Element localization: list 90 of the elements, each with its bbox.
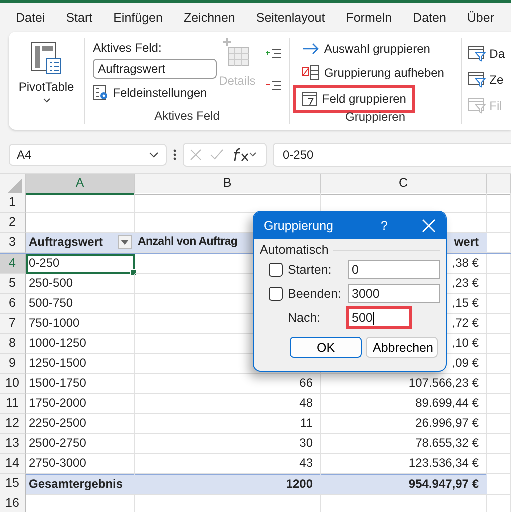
ribbon-button[interactable]: Gruppierung aufheben xyxy=(296,62,450,84)
row-header[interactable]: 8 xyxy=(0,334,26,354)
table-cell: 89.699,44 € xyxy=(321,394,487,414)
table-cell: Auftragswert xyxy=(26,233,135,253)
check-icon xyxy=(210,148,224,160)
table-cell: 2250-2500 xyxy=(26,414,135,434)
row-header[interactable]: 16 xyxy=(0,494,26,512)
input-field[interactable]: 0 xyxy=(348,260,440,279)
ungroup-icon xyxy=(302,65,320,81)
menu-tab[interactable]: Datei xyxy=(16,10,46,24)
filter-table-icon xyxy=(468,46,486,62)
table-cell: 11 xyxy=(135,414,321,434)
active-field-input[interactable]: Auftragswert xyxy=(93,59,218,79)
menu-tab[interactable]: Einfügen xyxy=(114,10,163,24)
filter-table-icon xyxy=(468,98,486,114)
ribbon-button[interactable]: Da xyxy=(468,44,505,64)
table-cell: 954.947,97 € xyxy=(321,474,487,495)
table-cell: 2500-2750 xyxy=(26,434,135,454)
caret-icon xyxy=(121,240,129,244)
table-cell: 1500-1750 xyxy=(26,374,135,394)
row-header[interactable]: 6 xyxy=(0,294,26,314)
active-field-label: Aktives Feld: xyxy=(93,41,163,55)
row-header[interactable]: 11 xyxy=(0,394,26,414)
menu-tab[interactable]: Start xyxy=(66,10,93,24)
menu-tab[interactable]: Zeichnen xyxy=(184,10,236,24)
ribbon-button[interactable]: Auswahl gruppieren xyxy=(296,38,436,60)
dialog-button[interactable]: OK xyxy=(290,337,362,358)
field-label: Nach: xyxy=(288,310,322,324)
table-cell: 107.566,23 € xyxy=(321,374,487,394)
row-header[interactable]: 7 xyxy=(0,314,26,334)
table-cell: 250-500 xyxy=(26,274,135,294)
table-cell: 1000-1250 xyxy=(26,334,135,354)
pivottable-button[interactable]: PivotTable xyxy=(18,38,74,107)
filter-dropdown-button[interactable] xyxy=(118,235,132,249)
row-header[interactable]: 1 xyxy=(0,193,26,213)
chevron-down-icon xyxy=(42,98,51,103)
ribbon-button[interactable]: Ze xyxy=(468,70,505,90)
row-header[interactable]: 5 xyxy=(0,274,26,294)
row-header[interactable]: 9 xyxy=(0,354,26,374)
column-header[interactable]: B xyxy=(135,174,321,195)
table-cell: 1250-1500 xyxy=(26,354,135,374)
more-icon xyxy=(173,148,177,160)
calendar-icon xyxy=(302,91,318,107)
table-cell: 0-250 xyxy=(26,254,135,274)
menu-tab[interactable]: Formeln xyxy=(346,10,392,24)
dialog-button[interactable]: Abbrechen xyxy=(366,337,438,358)
menu-tab[interactable]: Daten xyxy=(413,10,446,24)
menu-tab[interactable]: Seitenlayout xyxy=(256,10,326,24)
cancel-icon xyxy=(190,148,202,160)
input-field[interactable]: 3000 xyxy=(348,284,440,303)
arrow-right-icon xyxy=(302,43,320,55)
collapse-icon xyxy=(266,80,282,92)
input-field[interactable]: 500 xyxy=(348,308,410,327)
row-header[interactable]: 15 xyxy=(0,474,26,495)
table-cell: 48 xyxy=(135,394,321,414)
filter-table-icon xyxy=(468,72,486,88)
checkbox[interactable] xyxy=(269,286,283,300)
table-cell: Gesamtergebnis xyxy=(26,474,135,495)
row-header[interactable]: 12 xyxy=(0,414,26,434)
row-header[interactable]: 14 xyxy=(0,454,26,474)
table-cell: 500-750 xyxy=(26,294,135,314)
help-button[interactable]: ? xyxy=(381,218,388,232)
group-label: Gruppieren xyxy=(344,110,407,124)
column-header[interactable]: A xyxy=(26,174,135,195)
row-header[interactable]: 10 xyxy=(0,374,26,394)
ribbon-button[interactable]: Feld gruppieren xyxy=(296,88,412,110)
name-box[interactable]: A4 xyxy=(9,144,167,166)
dialog-title: Gruppierung xyxy=(264,218,334,232)
row-header[interactable]: 2 xyxy=(0,213,26,233)
row-header[interactable]: 4 xyxy=(0,254,26,274)
expand-icon xyxy=(266,48,282,60)
row-header[interactable]: 3 xyxy=(0,233,26,253)
table-cell: 750-1000 xyxy=(26,314,135,334)
table-cell: 78.655,32 € xyxy=(321,434,487,454)
settings-icon xyxy=(93,85,110,101)
menu-tab[interactable]: Über xyxy=(467,10,494,24)
table-cell: 1750-2000 xyxy=(26,394,135,414)
row-header[interactable]: 13 xyxy=(0,434,26,454)
formula-input[interactable]: 0-250 xyxy=(273,142,511,166)
table-cell: 26.996,97 € xyxy=(321,414,487,434)
function-icon xyxy=(232,148,258,162)
table-cell: 66 xyxy=(135,374,321,394)
chevron-down-icon xyxy=(149,152,159,158)
table-cell: 1200 xyxy=(135,474,321,495)
table-cell: 30 xyxy=(135,434,321,454)
close-icon[interactable] xyxy=(422,218,436,232)
pivot-table-icon xyxy=(30,42,63,76)
group-label: Aktives Feld xyxy=(154,109,221,124)
column-header[interactable]: C xyxy=(321,174,487,195)
checkbox[interactable] xyxy=(269,262,283,276)
